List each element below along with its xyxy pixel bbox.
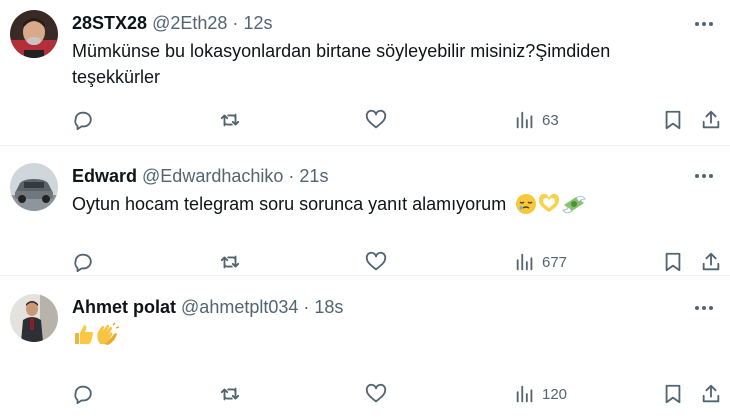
bookmark-icon — [665, 384, 681, 404]
user-handle[interactable]: @Edwardhachiko — [142, 166, 283, 186]
share-button[interactable] — [700, 250, 722, 274]
more-icon[interactable] — [692, 166, 716, 186]
retweet-icon — [220, 255, 240, 269]
views-button[interactable]: 63 — [514, 108, 559, 132]
reply-button[interactable] — [72, 108, 94, 132]
tweet-text-line: Oytun hocam telegram soru sorunca yanıt … — [72, 194, 507, 214]
tweet-3[interactable]: Ahmet polat @ahmetplt034 · 18s 120 — [0, 276, 730, 420]
like-button[interactable] — [365, 250, 387, 274]
money-with-wings-emoji — [561, 193, 587, 222]
clapping-hands-emoji — [94, 322, 120, 353]
tweet-header: Ahmet polat @ahmetplt034 · 18s — [72, 296, 343, 318]
share-icon — [702, 110, 720, 129]
reply-icon — [74, 385, 92, 405]
tweet-text — [72, 322, 692, 353]
timestamp[interactable]: 12s — [243, 13, 272, 33]
tweet-actions: 63 — [0, 108, 730, 132]
view-count: 63 — [542, 111, 559, 129]
retweet-icon — [220, 387, 240, 401]
bookmark-button[interactable] — [662, 382, 684, 406]
thumbs-up-emoji — [72, 322, 94, 353]
tweet-text-line: Mümkünse bu lokasyonlardan birtane söyle… — [72, 41, 611, 61]
tweet-header: Edward @Edwardhachiko · 21s — [72, 165, 328, 187]
retweet-button[interactable] — [219, 250, 241, 274]
views-icon — [516, 253, 533, 271]
like-icon — [365, 383, 387, 403]
reply-button[interactable] — [72, 250, 94, 274]
views-icon — [516, 385, 533, 403]
tweet-text: Mümkünse bu lokasyonlardan birtane söyle… — [72, 38, 692, 90]
views-button[interactable]: 677 — [514, 250, 567, 274]
avatar[interactable] — [10, 10, 58, 58]
share-icon — [702, 384, 720, 403]
avatar[interactable] — [10, 294, 58, 342]
tweet-actions: 677 — [0, 250, 730, 274]
share-button[interactable] — [700, 108, 722, 132]
bookmark-button[interactable] — [662, 250, 684, 274]
like-icon — [365, 251, 387, 271]
timestamp[interactable]: 21s — [299, 166, 328, 186]
reply-button[interactable] — [72, 382, 94, 406]
like-button[interactable] — [365, 108, 387, 132]
display-name[interactable]: Edward — [72, 166, 137, 186]
bookmark-button[interactable] — [662, 108, 684, 132]
user-handle[interactable]: @ahmetplt034 — [181, 297, 298, 317]
separator-dot: · — [288, 166, 295, 186]
reply-icon — [74, 253, 92, 273]
bookmark-icon — [665, 110, 681, 130]
avatar[interactable] — [10, 163, 58, 211]
sleepy-face-emoji — [515, 193, 537, 222]
views-button[interactable]: 120 — [514, 382, 567, 406]
views-icon — [516, 111, 533, 129]
retweet-icon — [220, 113, 240, 127]
separator-dot: · — [232, 13, 239, 33]
heart-hands-emoji — [537, 193, 561, 222]
share-button[interactable] — [700, 382, 722, 406]
like-button[interactable] — [365, 382, 387, 406]
share-icon — [702, 252, 720, 271]
more-icon[interactable] — [692, 298, 716, 318]
tweet-text-line: teşekkürler — [72, 67, 161, 87]
retweet-button[interactable] — [219, 108, 241, 132]
tweet-actions: 120 — [0, 382, 730, 406]
tweet-2[interactable]: Edward @Edwardhachiko · 21s Oytun hocam … — [0, 146, 730, 276]
reply-icon — [74, 111, 92, 131]
user-handle[interactable]: @2Eth28 — [152, 13, 227, 33]
retweet-button[interactable] — [219, 382, 241, 406]
view-count: 120 — [542, 385, 568, 403]
display-name[interactable]: Ahmet polat — [72, 297, 176, 317]
bookmark-icon — [665, 252, 681, 272]
like-icon — [365, 109, 387, 129]
more-icon[interactable] — [692, 14, 716, 34]
separator-dot: · — [303, 297, 310, 317]
tweet-1[interactable]: 28STX28 @2Eth28 · 12s Mümkünse bu lokasy… — [0, 0, 730, 146]
display-name[interactable]: 28STX28 — [72, 13, 147, 33]
view-count: 677 — [542, 253, 568, 271]
tweet-header: 28STX28 @2Eth28 · 12s — [72, 12, 272, 34]
timestamp[interactable]: 18s — [314, 297, 343, 317]
tweet-text: Oytun hocam telegram soru sorunca yanıt … — [72, 191, 692, 222]
